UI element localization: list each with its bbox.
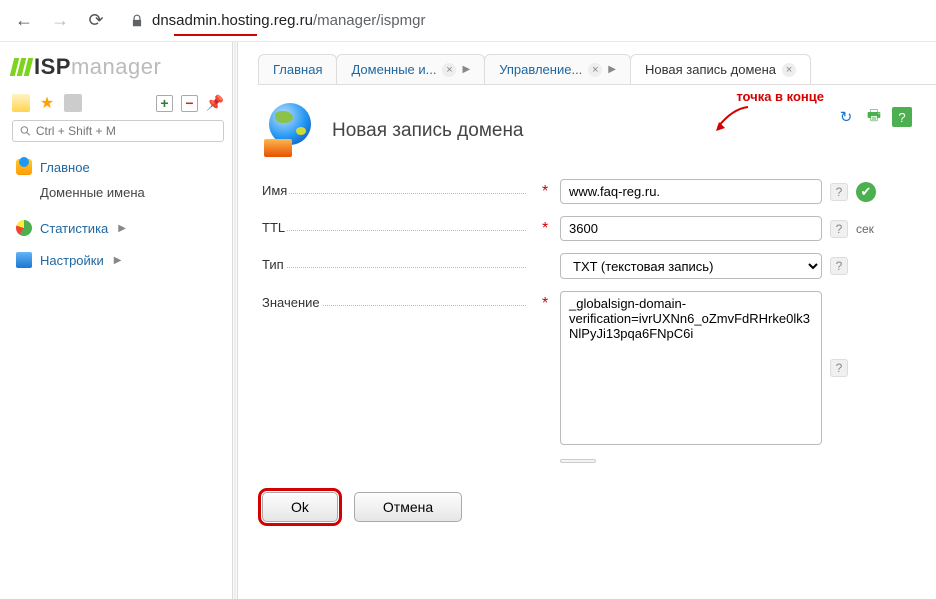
help-icon[interactable]: ?	[830, 359, 848, 377]
app-logo: ISPmanager	[12, 54, 224, 80]
tab-manage[interactable]: Управление...×▶	[484, 54, 631, 84]
add-icon[interactable]: +	[156, 95, 173, 112]
required-icon: *	[542, 291, 560, 313]
chevron-right-icon: ▶	[118, 223, 126, 234]
forward-button[interactable]: →	[46, 7, 74, 35]
monitor-icon	[16, 252, 32, 268]
help-icon[interactable]: ?	[830, 183, 848, 201]
ok-button[interactable]: Ok	[262, 492, 338, 522]
close-icon[interactable]: ×	[442, 63, 456, 77]
required-icon: *	[542, 179, 560, 201]
logo-bars-icon	[12, 58, 31, 76]
globe-folder-icon	[262, 103, 318, 159]
url-path: /manager/ispmgr	[313, 12, 426, 29]
annotation-underline	[174, 34, 257, 36]
type-select[interactable]: TXT (текстовая запись)	[560, 253, 822, 279]
list-icon[interactable]	[12, 94, 30, 112]
tab-new-record[interactable]: Новая запись домена×	[630, 54, 811, 84]
name-input[interactable]	[560, 179, 822, 204]
required-icon: *	[542, 216, 560, 238]
pin-icon[interactable]: 📌	[206, 94, 224, 112]
value-textarea[interactable]: _globalsign-domain-verification=ivrUXNn6…	[560, 291, 822, 445]
refresh-icon[interactable]: ↻	[836, 107, 856, 127]
search-icon	[19, 124, 32, 138]
check-ok-icon: ✔	[856, 182, 876, 202]
chevron-right-icon: ▶	[114, 255, 122, 266]
page-actions: ↻ 🖶 ?	[836, 107, 912, 127]
browser-bar: ← → ⟳ dnsadmin.hosting.reg.ru/manager/is…	[0, 0, 936, 42]
resize-handle[interactable]	[560, 451, 912, 466]
tab-main[interactable]: Главная	[258, 54, 337, 84]
url-host: dnsadmin.hosting.reg.ru	[152, 12, 313, 29]
search-input[interactable]	[36, 124, 217, 138]
globe-icon	[16, 159, 32, 175]
sidebar-item-main[interactable]: Главное	[12, 154, 224, 180]
remove-icon[interactable]: −	[181, 95, 198, 112]
name-label: Имя	[262, 179, 542, 198]
lock-icon	[130, 14, 144, 28]
annotation-text: точка в конце	[736, 89, 824, 104]
printer-icon[interactable]: 🖶	[864, 107, 884, 127]
sidebar: ISPmanager ★ + − 📌 Главное Доменные имен…	[0, 42, 232, 599]
ttl-suffix: сек	[856, 222, 874, 236]
main-area: Главная Доменные и...×▶ Управление...×▶ …	[238, 42, 936, 599]
url-bar[interactable]: dnsadmin.hosting.reg.ru/manager/ispmgr	[130, 12, 425, 29]
reload-button[interactable]: ⟳	[82, 7, 110, 35]
sidebar-item-settings[interactable]: Настройки ▶	[12, 247, 224, 273]
help-icon[interactable]: ?	[830, 220, 848, 238]
chevron-right-icon: ▶	[462, 64, 470, 75]
page-header: Новая запись домена	[262, 103, 912, 159]
chevron-right-icon: ▶	[608, 64, 616, 75]
value-label: Значение	[262, 291, 542, 310]
star-icon[interactable]: ★	[38, 94, 56, 112]
sidebar-toolbar: ★ + − 📌	[12, 94, 224, 112]
help-icon[interactable]: ?	[830, 257, 848, 275]
page-title: Новая запись домена	[332, 120, 524, 142]
sidebar-item-domains[interactable]: Доменные имена	[12, 180, 224, 205]
tab-domains[interactable]: Доменные и...×▶	[336, 54, 485, 84]
clipboard-icon[interactable]	[64, 94, 82, 112]
piechart-icon	[16, 220, 32, 236]
tab-bar: Главная Доменные и...×▶ Управление...×▶ …	[258, 54, 936, 85]
back-button[interactable]: ←	[10, 7, 38, 35]
close-icon[interactable]: ×	[782, 63, 796, 77]
close-icon[interactable]: ×	[588, 63, 602, 77]
help-icon[interactable]: ?	[892, 107, 912, 127]
type-label: Тип	[262, 253, 542, 272]
arrow-icon	[712, 105, 750, 133]
ttl-label: TTL	[262, 216, 542, 235]
cancel-button[interactable]: Отмена	[354, 492, 462, 522]
ttl-input[interactable]	[560, 216, 822, 241]
sidebar-item-stats[interactable]: Статистика ▶	[12, 215, 224, 241]
sidebar-search[interactable]	[12, 120, 224, 142]
